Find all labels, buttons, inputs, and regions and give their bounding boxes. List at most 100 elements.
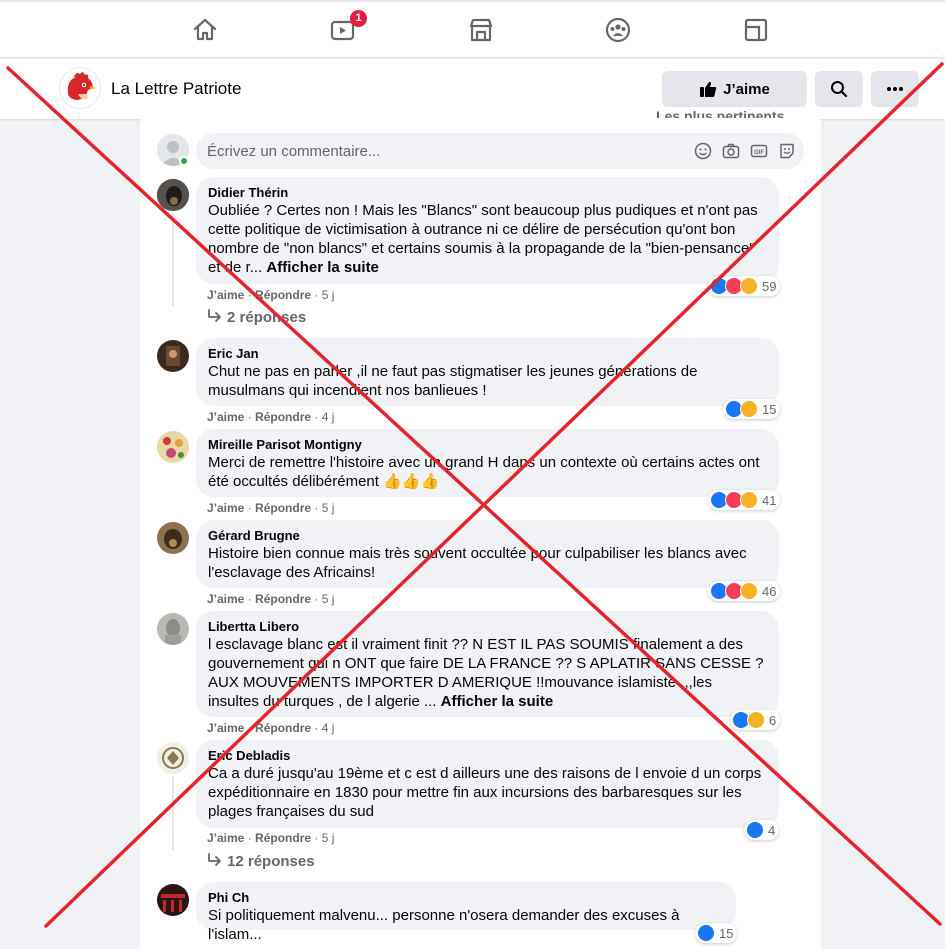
camera-icon[interactable] bbox=[722, 142, 740, 160]
replies-count-label: 2 réponses bbox=[227, 309, 307, 326]
groups-icon[interactable] bbox=[604, 16, 632, 44]
comment-like-link[interactable]: J’aime bbox=[207, 501, 244, 515]
comment-body: Merci de remettre l'histoire avec un gra… bbox=[208, 454, 760, 490]
like-reaction-icon bbox=[697, 924, 715, 942]
reaction-summary[interactable]: 6 bbox=[730, 710, 781, 730]
like-reaction-icon bbox=[746, 821, 764, 839]
reply-arrow-icon bbox=[208, 853, 221, 866]
comment-reply-link[interactable]: Répondre bbox=[255, 288, 311, 302]
thread-line bbox=[172, 776, 174, 850]
comment-like-link[interactable]: J’aime bbox=[207, 592, 244, 606]
svg-text:GIF: GIF bbox=[754, 150, 764, 156]
comment-reply-link[interactable]: Répondre bbox=[255, 721, 311, 735]
comment-bubble: Didier Thérin Oubliée ? Certes non ! Mai… bbox=[196, 177, 779, 284]
search-icon bbox=[831, 81, 848, 98]
care-reaction-icon bbox=[740, 400, 758, 418]
gif-icon[interactable]: GIF bbox=[750, 142, 768, 160]
online-status-dot bbox=[179, 156, 189, 166]
comment-time[interactable]: 5 j bbox=[322, 501, 335, 515]
profile-photo-icon bbox=[157, 884, 189, 916]
comment-time[interactable]: 4 j bbox=[322, 410, 335, 424]
reaction-count: 4 bbox=[768, 822, 776, 838]
reaction-summary[interactable]: 41 bbox=[708, 490, 781, 510]
view-replies-link[interactable]: 2 réponses bbox=[207, 309, 306, 326]
like-page-label: J’aime bbox=[723, 80, 770, 98]
reaction-count: 6 bbox=[769, 712, 777, 728]
comment-bubble: Eric Jan Chut ne pas en parler ,il ne fa… bbox=[196, 338, 779, 406]
comment-reply-link[interactable]: Répondre bbox=[255, 831, 311, 845]
comment-like-link[interactable]: J’aime bbox=[207, 288, 244, 302]
top-navigation: 1 bbox=[0, 0, 945, 58]
view-replies-link[interactable]: 12 réponses bbox=[207, 853, 315, 870]
like-page-button[interactable]: J’aime bbox=[662, 71, 807, 107]
comment-bubble: Libertta Libero l esclavage blanc est il… bbox=[196, 611, 779, 717]
care-reaction-icon bbox=[747, 711, 765, 729]
comment-reply-link[interactable]: Répondre bbox=[255, 410, 311, 424]
comment-actions: J’aime · Répondre · 4 j bbox=[207, 410, 335, 424]
comment-reply-link[interactable]: Répondre bbox=[255, 592, 311, 606]
comment-text: l esclavage blanc est il vraiment finit … bbox=[208, 635, 767, 711]
comment-time[interactable]: 5 j bbox=[322, 831, 335, 845]
reaction-count: 15 bbox=[719, 925, 734, 941]
emblem-photo-icon bbox=[157, 742, 189, 774]
comment-like-link[interactable]: J’aime bbox=[207, 831, 244, 845]
home-icon[interactable] bbox=[191, 16, 219, 44]
comment-actions: J’aime · Répondre · 5 j bbox=[207, 831, 335, 845]
comment-author[interactable]: Eric Jan bbox=[208, 346, 767, 362]
comment-body: Chut ne pas en parler ,il ne faut pas st… bbox=[208, 363, 698, 399]
commenter-avatar[interactable] bbox=[157, 742, 189, 774]
commenter-avatar[interactable] bbox=[157, 179, 189, 211]
commenter-avatar[interactable] bbox=[157, 613, 189, 645]
comment-body: Si politiquement malvenu... personne n'o… bbox=[208, 907, 680, 943]
comment-reply-link[interactable]: Répondre bbox=[255, 501, 311, 515]
thread-line bbox=[172, 214, 174, 306]
comment-like-link[interactable]: J’aime bbox=[207, 721, 244, 735]
care-reaction-icon bbox=[740, 582, 758, 600]
comment-author[interactable]: Libertta Libero bbox=[208, 619, 767, 635]
comment-time[interactable]: 5 j bbox=[322, 592, 335, 606]
comment-like-link[interactable]: J’aime bbox=[207, 410, 244, 424]
care-reaction-icon bbox=[740, 277, 758, 295]
comment-author[interactable]: Phi Ch bbox=[208, 890, 724, 906]
search-button[interactable] bbox=[815, 71, 863, 107]
comment-input-placeholder: Écrivez un commentaire... bbox=[207, 142, 381, 160]
comment-body: Histoire bien connue mais très souvent o… bbox=[208, 545, 747, 581]
more-dots-icon bbox=[887, 87, 903, 91]
comment-time[interactable]: 4 j bbox=[322, 721, 335, 735]
reaction-summary[interactable]: 15 bbox=[695, 923, 738, 943]
comment-actions: J’aime · Répondre · 5 j bbox=[207, 592, 335, 606]
see-more-link[interactable]: Afficher la suite bbox=[266, 259, 379, 276]
notification-badge: 1 bbox=[350, 10, 367, 27]
flowers-photo-icon bbox=[157, 431, 189, 463]
comment-author[interactable]: Eric Debladis bbox=[208, 748, 767, 764]
see-more-link[interactable]: Afficher la suite bbox=[441, 693, 554, 710]
emoji-icon[interactable] bbox=[694, 142, 712, 160]
sort-dropdown[interactable]: Les plus pertinents bbox=[656, 108, 784, 118]
more-options-button[interactable] bbox=[871, 71, 919, 107]
comment-author[interactable]: Gérard Brugne bbox=[208, 528, 767, 544]
page-avatar[interactable] bbox=[60, 68, 100, 108]
reaction-count: 15 bbox=[762, 401, 777, 417]
comment-author[interactable]: Mireille Parisot Montigny bbox=[208, 437, 767, 453]
page-title[interactable]: La Lettre Patriote bbox=[111, 79, 241, 99]
reaction-summary[interactable]: 59 bbox=[708, 276, 781, 296]
commenter-avatar[interactable] bbox=[157, 431, 189, 463]
reaction-count: 41 bbox=[762, 492, 777, 508]
comment-actions: J’aime · Répondre · 4 j bbox=[207, 721, 335, 735]
reaction-summary[interactable]: 15 bbox=[723, 399, 781, 419]
dog-photo-icon bbox=[157, 522, 189, 554]
sticker-icon[interactable] bbox=[778, 142, 796, 160]
reaction-summary[interactable]: 4 bbox=[744, 820, 780, 840]
comment-author[interactable]: Didier Thérin bbox=[208, 185, 767, 201]
commenter-avatar[interactable] bbox=[157, 522, 189, 554]
gaming-icon[interactable] bbox=[742, 16, 770, 44]
comment-input[interactable]: Écrivez un commentaire... GIF bbox=[196, 133, 804, 169]
commenter-avatar[interactable] bbox=[157, 884, 189, 916]
comment-time[interactable]: 5 j bbox=[322, 288, 335, 302]
thumbs-up-icon bbox=[700, 81, 717, 97]
dog-photo-icon bbox=[157, 179, 189, 211]
marketplace-icon[interactable] bbox=[467, 16, 495, 44]
reaction-summary[interactable]: 46 bbox=[708, 581, 781, 601]
commenter-avatar[interactable] bbox=[157, 340, 189, 372]
comment-bubble: Phi Ch Si politiquement malvenu... perso… bbox=[196, 882, 736, 943]
